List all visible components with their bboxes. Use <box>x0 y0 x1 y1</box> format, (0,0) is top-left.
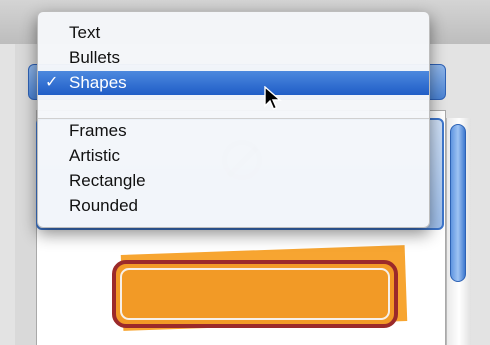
arrow-cursor-icon <box>264 85 282 117</box>
menu-item-label: Rectangle <box>69 171 146 190</box>
menu-item-label: Text <box>69 23 101 42</box>
menu-item-label: Artistic <box>69 146 120 165</box>
menu-item-rectangle[interactable]: Rectangle <box>38 169 429 193</box>
checkmark-icon: ✓ <box>45 74 59 91</box>
menu-item-rounded[interactable]: Rounded <box>38 194 429 218</box>
scrollbar-thumb[interactable] <box>450 124 466 282</box>
menu-item-label: Shapes <box>69 73 127 92</box>
menu-item-label: Rounded <box>69 196 139 215</box>
menu-item-label: Bullets <box>69 48 121 67</box>
menu-item-shapes[interactable]: ✓ Shapes <box>38 71 429 95</box>
screen: Text Bullets ✓ Shapes Frames Artistic Re… <box>0 0 490 345</box>
menu-item-text[interactable]: Text <box>38 21 429 45</box>
shape-preview[interactable] <box>112 260 398 328</box>
menu-item-label: Frames <box>69 121 127 140</box>
menu-item-artistic[interactable]: Artistic <box>38 144 429 168</box>
popup-menu: Text Bullets ✓ Shapes Frames Artistic Re… <box>37 11 430 228</box>
menu-item-frames[interactable]: Frames <box>38 119 429 143</box>
menu-item-bullets[interactable]: Bullets <box>38 46 429 70</box>
